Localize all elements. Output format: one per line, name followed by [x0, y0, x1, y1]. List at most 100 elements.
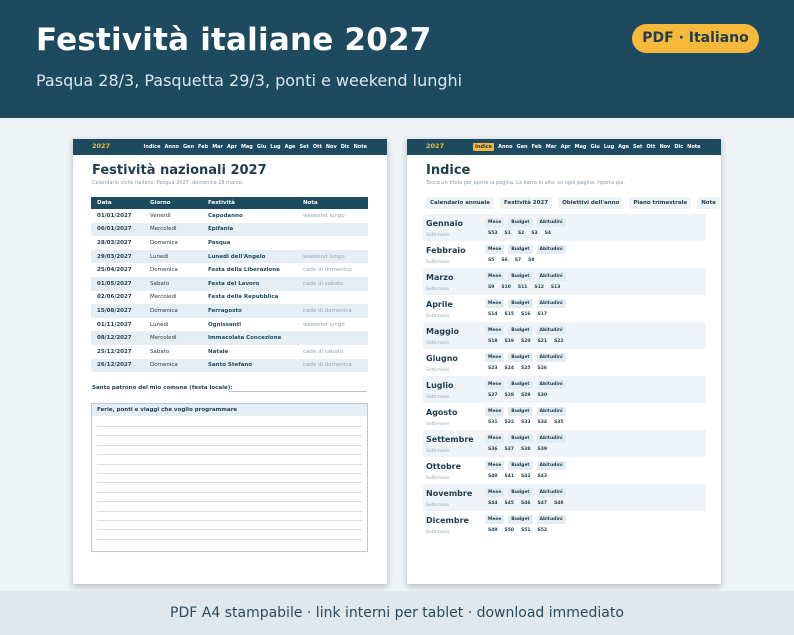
- week-link[interactable]: S27: [488, 393, 498, 398]
- month-name-link[interactable]: Settembre: [426, 435, 474, 444]
- month-abitudini-button[interactable]: Abitudini: [536, 326, 566, 335]
- nav-item-ott[interactable]: Ott: [313, 143, 322, 151]
- cell-holiday[interactable]: Santo Stefano: [202, 358, 297, 373]
- nav-item-mar[interactable]: Mar: [546, 143, 557, 151]
- nav-item-mar[interactable]: Mar: [212, 143, 223, 151]
- week-link[interactable]: S40: [488, 474, 498, 479]
- nav-item-giu[interactable]: Giu: [257, 143, 266, 151]
- month-abitudini-button[interactable]: Abitudini: [536, 353, 566, 362]
- month-mese-button[interactable]: Mese: [485, 218, 505, 227]
- index-link-button[interactable]: Obiettivi dell'anno: [558, 197, 624, 209]
- week-link[interactable]: S50: [505, 528, 515, 533]
- nav-item-apr[interactable]: Apr: [561, 143, 571, 151]
- week-link[interactable]: S10: [501, 285, 511, 290]
- week-link[interactable]: S52: [538, 528, 548, 533]
- month-name-link[interactable]: Maggio: [426, 327, 459, 336]
- month-abitudini-button[interactable]: Abitudini: [536, 218, 566, 227]
- cell-holiday[interactable]: Festa della Liberazione: [202, 263, 297, 277]
- cell-holiday[interactable]: Festa della Repubblica: [202, 291, 297, 305]
- week-link[interactable]: S8: [528, 258, 534, 263]
- month-budget-button[interactable]: Budget: [508, 434, 533, 443]
- week-link[interactable]: S25: [521, 366, 531, 371]
- cell-holiday[interactable]: Ognissanti: [202, 318, 297, 332]
- nav-item-nov[interactable]: Nov: [326, 143, 337, 151]
- month-abitudini-button[interactable]: Abitudini: [536, 272, 566, 281]
- week-link[interactable]: S14: [488, 312, 498, 317]
- week-link[interactable]: S42: [521, 474, 531, 479]
- month-abitudini-button[interactable]: Abitudini: [536, 245, 566, 254]
- nav-item-age[interactable]: Age: [618, 143, 629, 151]
- week-link[interactable]: S17: [538, 312, 548, 317]
- cell-holiday[interactable]: Capodanno: [202, 209, 297, 223]
- week-link[interactable]: S20: [521, 339, 531, 344]
- week-link[interactable]: S34: [538, 420, 548, 425]
- week-link[interactable]: S32: [505, 420, 515, 425]
- nav-item-gen[interactable]: Gen: [183, 143, 194, 151]
- month-budget-button[interactable]: Budget: [508, 272, 533, 281]
- month-mese-button[interactable]: Mese: [485, 434, 505, 443]
- week-link[interactable]: S13: [551, 285, 561, 290]
- month-budget-button[interactable]: Budget: [508, 245, 533, 254]
- nav-item-mag[interactable]: Mag: [575, 143, 587, 151]
- nav-item-set[interactable]: Set: [633, 143, 642, 151]
- week-link[interactable]: S16: [521, 312, 531, 317]
- week-link[interactable]: S37: [505, 447, 515, 452]
- month-name-link[interactable]: Aprile: [426, 300, 453, 309]
- month-mese-button[interactable]: Mese: [485, 380, 505, 389]
- month-abitudini-button[interactable]: Abitudini: [536, 461, 566, 470]
- month-abitudini-button[interactable]: Abitudini: [536, 407, 566, 416]
- week-link[interactable]: S22: [554, 339, 564, 344]
- cell-holiday[interactable]: Epifania: [202, 222, 297, 237]
- nav-item-gen[interactable]: Gen: [517, 143, 528, 151]
- week-link[interactable]: S18: [488, 339, 498, 344]
- week-link[interactable]: S44: [488, 501, 498, 506]
- index-link-button[interactable]: Calendario annuale: [426, 197, 495, 209]
- month-mese-button[interactable]: Mese: [485, 407, 505, 416]
- week-link[interactable]: S53: [488, 231, 498, 236]
- month-budget-button[interactable]: Budget: [508, 515, 533, 524]
- week-link[interactable]: S4: [545, 231, 551, 236]
- nav-item-note[interactable]: Note: [687, 143, 700, 151]
- notes-box[interactable]: Ferie, ponti e viaggi che voglio program…: [91, 403, 368, 552]
- month-abitudini-button[interactable]: Abitudini: [536, 299, 566, 308]
- month-mese-button[interactable]: Mese: [485, 353, 505, 362]
- week-link[interactable]: S29: [521, 393, 531, 398]
- nav-item-note[interactable]: Note: [354, 143, 367, 151]
- cell-holiday[interactable]: Natale: [202, 345, 297, 359]
- month-name-link[interactable]: Marzo: [426, 273, 453, 282]
- week-link[interactable]: S36: [488, 447, 498, 452]
- week-link[interactable]: S21: [538, 339, 548, 344]
- month-mese-button[interactable]: Mese: [485, 461, 505, 470]
- month-mese-button[interactable]: Mese: [485, 326, 505, 335]
- week-link[interactable]: S26: [538, 366, 548, 371]
- week-link[interactable]: S6: [501, 258, 507, 263]
- week-link[interactable]: S3: [531, 231, 537, 236]
- nav-item-lug[interactable]: Lug: [604, 143, 614, 151]
- week-link[interactable]: S30: [538, 393, 548, 398]
- nav-item-age[interactable]: Age: [285, 143, 296, 151]
- nav-item-feb[interactable]: Feb: [532, 143, 542, 151]
- nav-item-nov[interactable]: Nov: [659, 143, 670, 151]
- nav-item-anno[interactable]: Anno: [165, 143, 179, 151]
- week-link[interactable]: S7: [515, 258, 521, 263]
- week-link[interactable]: S19: [505, 339, 515, 344]
- month-name-link[interactable]: Dicembre: [426, 516, 469, 525]
- week-link[interactable]: S9: [488, 285, 494, 290]
- month-budget-button[interactable]: Budget: [508, 407, 533, 416]
- month-budget-button[interactable]: Budget: [508, 218, 533, 227]
- week-link[interactable]: S12: [534, 285, 544, 290]
- nav-year[interactable]: 2027: [92, 142, 110, 150]
- index-link-button[interactable]: Festività 2027: [500, 197, 553, 209]
- month-name-link[interactable]: Novembre: [426, 489, 472, 498]
- cell-holiday[interactable]: Festa del Lavoro: [202, 276, 297, 291]
- month-name-link[interactable]: Giugno: [426, 354, 458, 363]
- nav-item-giu[interactable]: Giu: [590, 143, 599, 151]
- month-budget-button[interactable]: Budget: [508, 380, 533, 389]
- month-mese-button[interactable]: Mese: [485, 488, 505, 497]
- cell-holiday[interactable]: Immacolata Concezione: [202, 331, 297, 345]
- month-budget-button[interactable]: Budget: [508, 326, 533, 335]
- week-link[interactable]: S43: [538, 474, 548, 479]
- month-name-link[interactable]: Gennaio: [426, 219, 463, 228]
- week-link[interactable]: S39: [538, 447, 548, 452]
- nav-item-feb[interactable]: Feb: [198, 143, 208, 151]
